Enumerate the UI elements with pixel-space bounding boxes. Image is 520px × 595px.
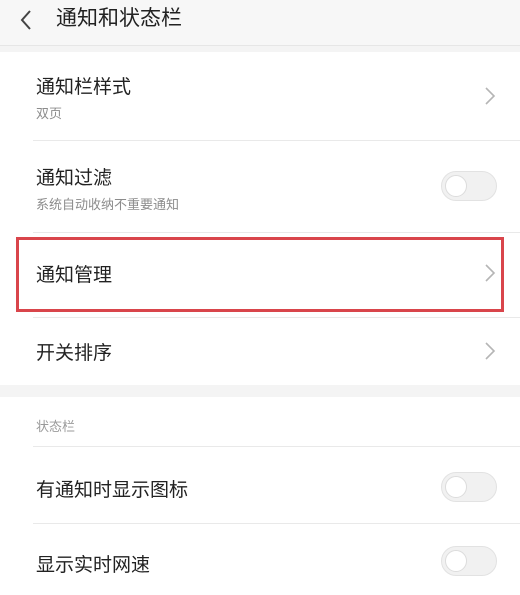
setting-title: 通知过滤 <box>36 167 113 189</box>
notification-icon-toggle[interactable] <box>441 472 497 502</box>
notification-settings-section: 通知栏样式 双页 通知过滤 系统自动收纳不重要通知 通知管理 开关排序 <box>0 52 520 385</box>
network-speed-toggle[interactable] <box>441 546 497 576</box>
chevron-right-icon <box>485 87 496 105</box>
toggle-knob <box>445 550 467 572</box>
toggle-knob <box>445 175 467 197</box>
setting-subtitle: 系统自动收纳不重要通知 <box>36 198 180 213</box>
setting-show-notification-icon[interactable]: 有通知时显示图标 <box>0 447 520 523</box>
setting-notification-style[interactable]: 通知栏样式 双页 <box>0 52 520 138</box>
toggle-knob <box>445 476 467 498</box>
setting-title: 通知栏样式 <box>36 76 132 98</box>
notification-filter-toggle[interactable] <box>441 171 497 201</box>
setting-title: 开关排序 <box>36 342 113 364</box>
section-header: 状态栏 <box>36 420 76 435</box>
setting-title: 显示实时网速 <box>36 554 151 576</box>
chevron-left-icon <box>20 10 31 30</box>
highlight-box <box>16 237 504 312</box>
chevron-right-icon <box>485 342 496 360</box>
setting-switch-order[interactable]: 开关排序 <box>0 318 520 385</box>
back-button[interactable] <box>4 0 48 40</box>
setting-notification-filter[interactable]: 通知过滤 系统自动收纳不重要通知 <box>0 141 520 225</box>
setting-title: 有通知时显示图标 <box>36 479 189 501</box>
page-title: 通知和状态栏 <box>56 6 182 30</box>
title-bar: 通知和状态栏 <box>0 0 520 46</box>
status-bar-section: 状态栏 有通知时显示图标 显示实时网速 <box>0 397 520 595</box>
setting-subtitle: 双页 <box>36 107 63 122</box>
setting-show-network-speed[interactable]: 显示实时网速 <box>0 524 520 595</box>
